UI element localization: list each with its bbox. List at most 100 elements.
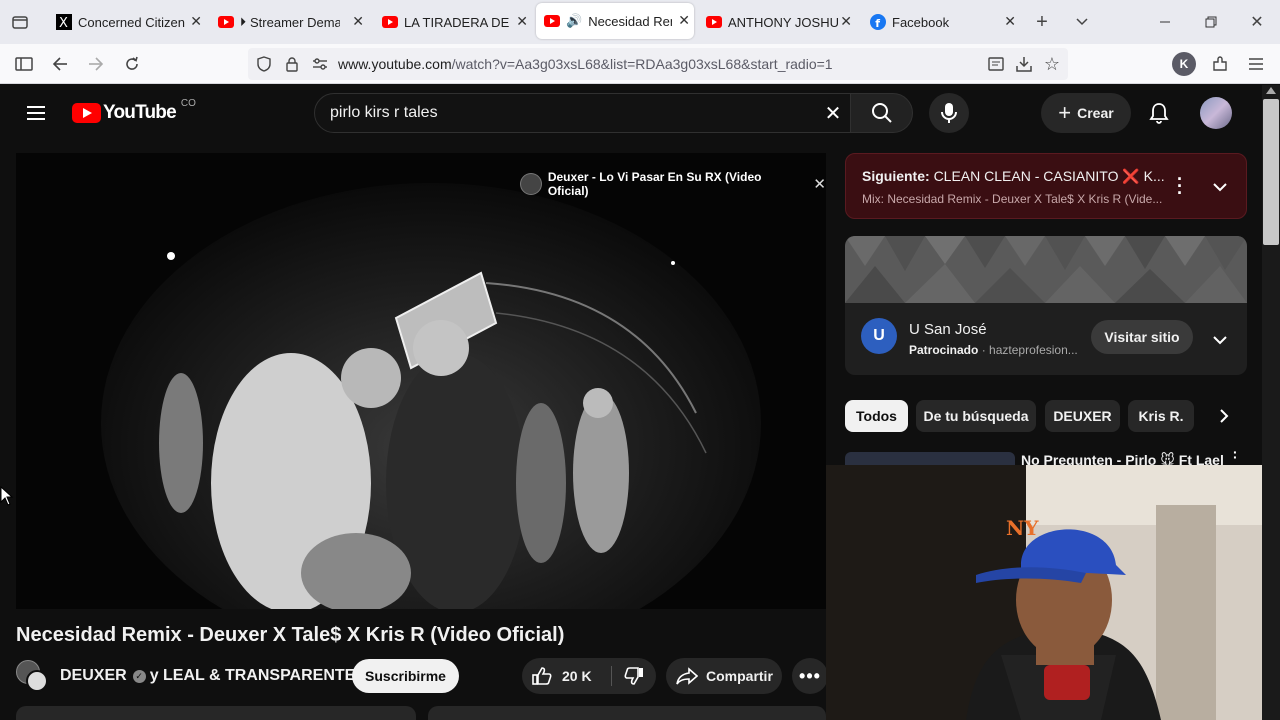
chip-todos[interactable]: Todos xyxy=(845,400,908,432)
ad-card[interactable]: U U San José Patrocinado · hazteprofesio… xyxy=(845,236,1247,375)
youtube-icon xyxy=(382,14,398,30)
speaker-icon[interactable]: 🔊 xyxy=(566,13,582,29)
next-up-label: Siguiente: xyxy=(862,168,930,184)
address-bar[interactable]: www.youtube.com/watch?v=Aa3g03xsL68&list… xyxy=(248,48,1068,80)
facebook-icon: f xyxy=(870,14,886,30)
ad-domain: hazteprofesion... xyxy=(989,343,1078,357)
window-close-icon[interactable]: ✕ xyxy=(1245,10,1269,34)
menu-icon[interactable] xyxy=(1244,52,1268,76)
channel-name[interactable]: DEUXER ✓ y LEAL & TRANSPARENTE xyxy=(60,667,355,685)
url-text[interactable]: www.youtube.com/watch?v=Aa3g03xsL68&list… xyxy=(338,56,833,72)
close-icon[interactable]: ✕ xyxy=(352,13,364,30)
hamburger-menu-icon[interactable] xyxy=(24,101,48,125)
video-frame xyxy=(16,153,826,609)
permissions-icon[interactable] xyxy=(308,52,332,76)
youtube-logo[interactable]: YouTube CO xyxy=(72,98,196,125)
advertiser-name: U San José xyxy=(909,321,987,338)
chevron-down-icon[interactable] xyxy=(1212,179,1228,197)
youtube-icon xyxy=(72,103,101,123)
chip-deuxer[interactable]: DEUXER xyxy=(1045,400,1120,432)
channel-avatar[interactable] xyxy=(16,660,48,692)
subscribe-button[interactable]: Suscribirme xyxy=(352,659,459,693)
comment-box[interactable] xyxy=(428,706,826,720)
more-horizontal-icon: ••• xyxy=(799,665,821,686)
next-up-subtitle: Mix: Necesidad Remix - Deuxer X Tale$ X … xyxy=(862,192,1163,206)
sponsored-label: Patrocinado xyxy=(909,343,979,357)
more-actions-button[interactable]: ••• xyxy=(792,658,828,694)
search-input[interactable] xyxy=(330,102,810,124)
next-up-card[interactable]: Siguiente: CLEAN CLEAN - CASIANITO ❌ K..… xyxy=(845,153,1247,219)
close-icon[interactable]: ✕ xyxy=(1004,13,1016,30)
visit-site-button[interactable]: Visitar sitio xyxy=(1091,320,1193,354)
close-icon[interactable]: ✕ xyxy=(678,12,690,29)
like-button[interactable]: 20 K xyxy=(522,658,610,694)
minimize-icon[interactable] xyxy=(1153,10,1177,34)
create-button[interactable]: + Crear xyxy=(1041,93,1131,133)
lock-icon[interactable] xyxy=(280,52,304,76)
close-icon[interactable]: ✕ xyxy=(516,13,528,30)
share-icon xyxy=(676,667,698,685)
scroll-up-icon[interactable] xyxy=(1266,87,1276,94)
recommendation-title[interactable]: No Pregunten - Pirlo 🐭 Ft Lael xyxy=(1021,452,1231,465)
microphone-icon xyxy=(941,103,957,123)
download-icon[interactable] xyxy=(1012,52,1036,76)
tab-necesidad-remix[interactable]: 🔊 Necesidad Rem ✕ xyxy=(536,3,694,39)
shield-icon[interactable] xyxy=(252,52,276,76)
page-scrollbar[interactable] xyxy=(1262,85,1280,720)
plus-icon: + xyxy=(1058,100,1072,125)
channel-thumbnail xyxy=(520,173,542,195)
chevron-down-icon[interactable] xyxy=(1212,332,1228,350)
reader-view-icon[interactable] xyxy=(984,52,1008,76)
tab-overview-icon[interactable] xyxy=(8,10,32,34)
bookmark-star-icon[interactable]: ☆ xyxy=(1040,52,1064,76)
account-avatar[interactable]: K xyxy=(1172,52,1196,76)
dislike-button[interactable] xyxy=(614,658,654,694)
forward-icon[interactable] xyxy=(84,52,108,76)
chips-next-button[interactable] xyxy=(1208,400,1240,432)
new-tab-icon[interactable]: + xyxy=(1030,10,1054,34)
svg-text:NY: NY xyxy=(1006,516,1039,540)
chevron-right-icon xyxy=(1220,409,1229,423)
next-up-title: CLEAN CLEAN - CASIANITO ❌ K... xyxy=(933,168,1165,184)
share-button[interactable]: Compartir xyxy=(666,658,782,694)
tab-list-chevron-icon[interactable] xyxy=(1070,10,1094,34)
video-player[interactable]: Deuxer - Lo Vi Pasar En Su RX (Video Ofi… xyxy=(16,153,826,609)
tab-facebook[interactable]: f Facebook ✕ xyxy=(862,0,1020,44)
thumbs-up-icon xyxy=(532,667,552,685)
svg-text:f: f xyxy=(875,17,880,30)
more-vertical-icon[interactable]: · · xyxy=(1233,445,1238,464)
x-logo-icon: X xyxy=(56,14,72,30)
reload-icon[interactable] xyxy=(120,52,144,76)
restore-icon[interactable] xyxy=(1199,10,1223,34)
clear-search-icon[interactable]: ✕ xyxy=(821,101,845,125)
extensions-icon[interactable] xyxy=(1208,52,1232,76)
description-box[interactable] xyxy=(16,706,416,720)
voice-search-button[interactable] xyxy=(929,93,969,133)
sidebar-icon[interactable] xyxy=(12,52,36,76)
back-icon[interactable] xyxy=(48,52,72,76)
search-box: ✕ xyxy=(314,93,851,133)
search-button[interactable] xyxy=(850,93,913,133)
play-circle-icon: ⏵ xyxy=(240,14,247,29)
svg-text:X: X xyxy=(59,16,68,30)
advertiser-logo: U xyxy=(861,318,897,354)
tab-streamer[interactable]: ⏵ Streamer Dema ✕ xyxy=(210,0,368,44)
webcam-overlay: NY xyxy=(826,465,1280,720)
search-icon xyxy=(871,103,892,123)
chip-kris-r[interactable]: Kris R. xyxy=(1128,400,1194,432)
close-icon[interactable]: ✕ xyxy=(840,13,852,30)
close-icon[interactable]: ✕ xyxy=(813,175,826,193)
close-icon[interactable]: ✕ xyxy=(190,13,202,30)
verified-icon: ✓ xyxy=(132,669,146,683)
scrollbar-thumb[interactable] xyxy=(1263,99,1279,245)
tab-concerned-citizen[interactable]: X Concerned Citizen o ✕ xyxy=(48,0,206,44)
tab-la-tiradera[interactable]: LA TIRADERA DE PIF ✕ xyxy=(374,0,532,44)
chip-de-tu-busqueda[interactable]: De tu búsqueda xyxy=(916,400,1036,432)
more-vertical-icon[interactable]: · · · xyxy=(1172,170,1188,202)
recommendation-thumbnail[interactable] xyxy=(845,452,1015,465)
webcam-image: NY xyxy=(826,465,1280,720)
user-avatar[interactable] xyxy=(1200,97,1232,129)
notifications-bell-icon[interactable] xyxy=(1147,101,1171,125)
next-video-overlay[interactable]: Deuxer - Lo Vi Pasar En Su RX (Video Ofi… xyxy=(520,170,826,198)
tab-anthony-joshua[interactable]: ANTHONY JOSHUA ✕ xyxy=(698,0,856,44)
